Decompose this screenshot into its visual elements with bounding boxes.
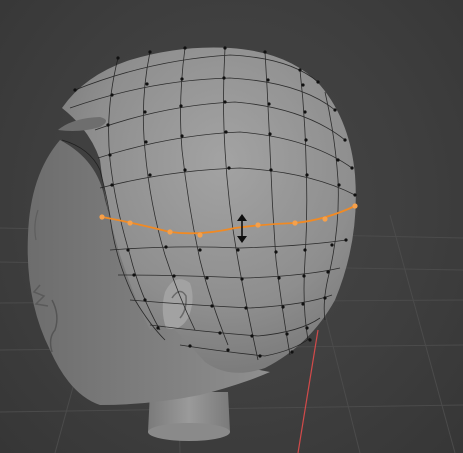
- x-axis-line: [297, 329, 319, 453]
- 3d-viewport[interactable]: [0, 0, 463, 453]
- viewport-canvas[interactable]: [0, 0, 463, 453]
